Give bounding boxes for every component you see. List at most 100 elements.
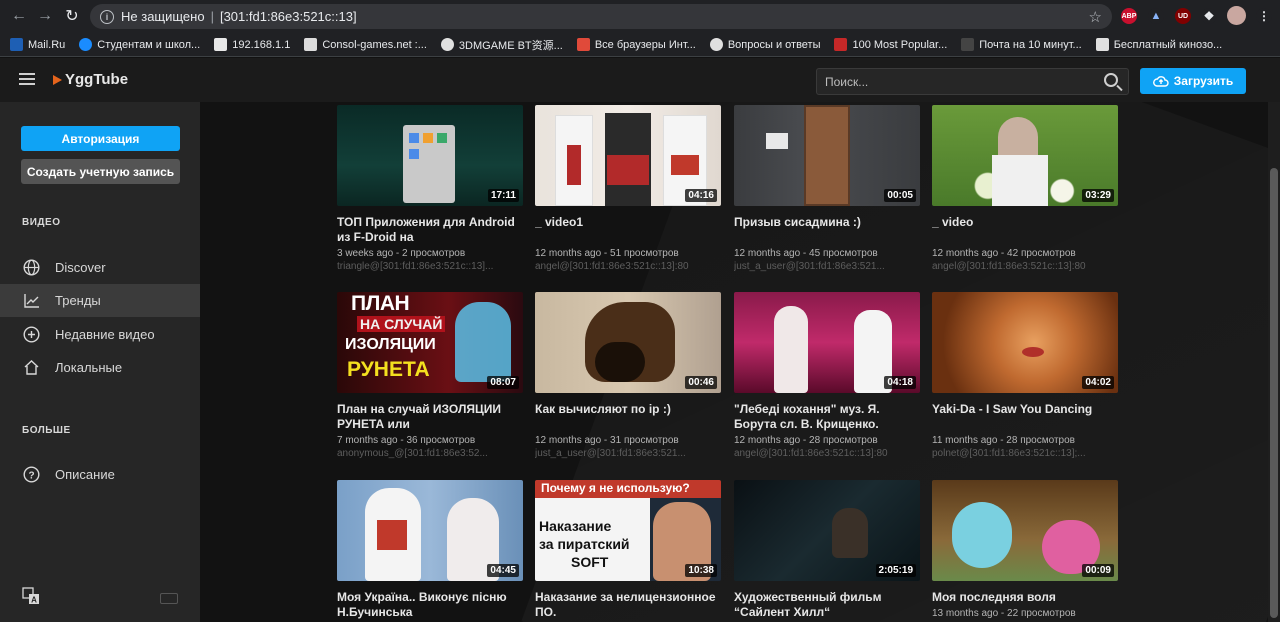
video-card[interactable]: 00:09 Моя последняя воля 13 months ago -…: [932, 480, 1118, 619]
bookmark-item[interactable]: 3DMGAME BT资源...: [440, 37, 563, 53]
video-thumbnail[interactable]: 00:46: [535, 292, 721, 393]
sidebar-item-label: Описание: [55, 467, 115, 482]
video-title[interactable]: Yaki-Da - I Saw You Dancing: [932, 402, 1118, 432]
login-button[interactable]: Авторизация: [21, 126, 180, 151]
sidebar-item-trending[interactable]: Тренды: [0, 284, 200, 317]
bookmark-item[interactable]: Студентам и школ...: [79, 38, 200, 51]
back-arrow-icon[interactable]: ←: [6, 3, 32, 29]
ublock-icon[interactable]: UD: [1175, 8, 1191, 24]
video-card[interactable]: Почему я не использую? Наказание за пира…: [535, 480, 721, 620]
video-thumbnail[interactable]: 04:45: [337, 480, 523, 581]
video-meta: 7 months ago - 36 просмотров: [337, 435, 476, 446]
create-account-button[interactable]: Создать учетную запись: [21, 159, 180, 184]
bookmark-item[interactable]: Все браузеры Инт...: [576, 38, 696, 51]
drive-icon[interactable]: ▲: [1148, 8, 1164, 24]
video-card[interactable]: 2:05:19 Художественный фильм “Сайлент Хи…: [734, 480, 920, 620]
bookmark-item[interactable]: 192.168.1.1: [214, 38, 290, 51]
app-root: YggTube Поиск... Загрузить Авторизация С…: [0, 58, 1280, 622]
search-input[interactable]: Поиск...: [816, 68, 1129, 95]
video-title[interactable]: Наказание за нелицензионное ПО.: [535, 590, 721, 620]
video-account[interactable]: angel@[301:fd1:86e3:521c::13]:80: [535, 261, 721, 272]
sidebar-item-local[interactable]: Локальные: [0, 351, 200, 384]
upload-button[interactable]: Загрузить: [1140, 68, 1246, 94]
video-title[interactable]: _ video: [932, 215, 1118, 245]
video-thumbnail[interactable]: 03:29: [932, 105, 1118, 206]
video-card[interactable]: ПЛАН НА СЛУЧАЙ ИЗОЛЯЦИИ РУНЕТА 08:07 Пла…: [337, 292, 523, 459]
video-card[interactable]: 04:02 Yaki-Da - I Saw You Dancing 11 mon…: [932, 292, 1118, 459]
globe-icon: [22, 259, 40, 277]
bookmark-label: Все браузеры Инт...: [594, 38, 696, 51]
logo[interactable]: YggTube: [53, 71, 128, 88]
sidebar-item-discover[interactable]: Discover: [0, 251, 200, 284]
page-icon: [1095, 38, 1109, 51]
search-icon[interactable]: [1104, 73, 1118, 87]
video-title[interactable]: Моя Україна.. Виконує пісню Н.Бучинська: [337, 590, 523, 620]
video-title[interactable]: Художественный фильм “Сайлент Хилл“: [734, 590, 920, 620]
video-account[interactable]: just_a_user@[301:fd1:86e3:521...: [535, 448, 721, 459]
video-meta: 12 months ago - 28 просмотров: [734, 435, 878, 446]
sidebar-item-about[interactable]: ? Описание: [0, 458, 200, 491]
video-thumbnail[interactable]: 00:05: [734, 105, 920, 206]
scrollbar-thumb[interactable]: [1270, 168, 1278, 618]
video-title[interactable]: Призыв сисадмина :): [734, 215, 920, 245]
video-card[interactable]: 04:18 "Лебеді кохання" муз. Я. Борута сл…: [734, 292, 920, 459]
reload-icon[interactable]: ↻: [59, 3, 85, 29]
video-title[interactable]: "Лебеді кохання" муз. Я. Борута сл. В. К…: [734, 402, 920, 432]
menu-dots-icon[interactable]: ⋮: [1256, 8, 1272, 24]
video-title[interactable]: План на случай ИЗОЛЯЦИИ РУНЕТА или: [337, 402, 523, 432]
video-duration: 00:46: [685, 376, 717, 389]
bookmark-star-icon[interactable]: ☆: [1089, 8, 1102, 26]
video-card[interactable]: 00:05 Призыв сисадмина :) 12 months ago …: [734, 105, 920, 272]
video-account[interactable]: angel@[301:fd1:86e3:521c::13]:80: [734, 448, 920, 459]
bookmark-label: 3DMGAME BT资源...: [458, 39, 563, 52]
video-thumbnail[interactable]: Почему я не использую? Наказание за пира…: [535, 480, 721, 581]
thumb-text-line: за пиратский: [539, 536, 630, 552]
video-thumbnail[interactable]: 2:05:19: [734, 480, 920, 581]
bookmark-item[interactable]: Mail.Ru: [10, 38, 65, 51]
forward-arrow-icon[interactable]: →: [32, 3, 58, 29]
video-card[interactable]: 04:45 Моя Україна.. Виконує пісню Н.Бучи…: [337, 480, 523, 620]
video-account[interactable]: polnet@[301:fd1:86e3:521c::13];...: [932, 448, 1118, 459]
bookmark-item[interactable]: 100 Most Popular...: [834, 38, 947, 51]
adblock-icon[interactable]: ABP: [1121, 8, 1137, 24]
bookmark-item[interactable]: Consol-games.net :...: [304, 38, 427, 51]
video-account[interactable]: angel@[301:fd1:86e3:521c::13]:80: [932, 261, 1118, 272]
video-account[interactable]: anonymous_@[301:fd1:86e3:52...: [337, 448, 523, 459]
hamburger-menu-icon[interactable]: [19, 73, 35, 85]
svg-text:?: ?: [28, 471, 34, 482]
video-thumbnail[interactable]: 00:09: [932, 480, 1118, 581]
video-meta: 12 months ago - 45 просмотров: [734, 248, 878, 259]
address-bar[interactable]: i Не защищено | [301:fd1:86e3:521c::13] …: [90, 4, 1112, 29]
video-title[interactable]: ТОП Приложения для Android из F-Droid на: [337, 215, 523, 245]
keyboard-icon[interactable]: [160, 593, 178, 604]
bookmark-item[interactable]: Почта на 10 минут...: [961, 38, 1082, 51]
video-thumbnail[interactable]: 04:02: [932, 292, 1118, 393]
video-title[interactable]: _ video1: [535, 215, 721, 245]
video-thumbnail[interactable]: 04:18: [734, 292, 920, 393]
phone-image: [403, 125, 455, 203]
video-thumbnail[interactable]: 04:16: [535, 105, 721, 206]
video-section-title: ВИДЕО: [22, 217, 61, 228]
puzzle-icon[interactable]: ❖: [1201, 8, 1217, 24]
video-thumbnail[interactable]: 17:11: [337, 105, 523, 206]
bookmark-item[interactable]: Бесплатный кинозо...: [1095, 38, 1222, 51]
video-card[interactable]: 04:16 _ video1 12 months ago - 51 просмо…: [535, 105, 721, 272]
scrollbar[interactable]: [1268, 102, 1280, 622]
language-icon[interactable]: A: [22, 587, 40, 608]
video-title[interactable]: Как вычисляют по ip :): [535, 402, 721, 432]
video-card[interactable]: 17:11 ТОП Приложения для Android из F-Dr…: [337, 105, 523, 272]
video-card[interactable]: 00:46 Как вычисляют по ip :) 12 months a…: [535, 292, 721, 459]
video-account[interactable]: triangle@[301:fd1:86e3:521c::13]...: [337, 261, 523, 272]
bookmark-item[interactable]: Вопросы и ответы: [709, 38, 820, 51]
sidebar-item-label: Недавние видео: [55, 327, 155, 342]
bookmark-label: 192.168.1.1: [232, 38, 291, 51]
info-icon[interactable]: i: [100, 9, 114, 24]
avatar[interactable]: [1227, 6, 1246, 25]
video-duration: 2:05:19: [875, 564, 916, 577]
video-thumbnail[interactable]: ПЛАН НА СЛУЧАЙ ИЗОЛЯЦИИ РУНЕТА 08:07: [337, 292, 523, 393]
sidebar-item-recent[interactable]: Недавние видео: [0, 318, 200, 351]
video-account[interactable]: just_a_user@[301:fd1:86e3:521...: [734, 261, 920, 272]
bookmark-label: Почта на 10 минут...: [979, 38, 1082, 51]
search-placeholder: Поиск...: [825, 74, 869, 89]
video-card[interactable]: 03:29 _ video 12 months ago - 42 просмот…: [932, 105, 1118, 272]
